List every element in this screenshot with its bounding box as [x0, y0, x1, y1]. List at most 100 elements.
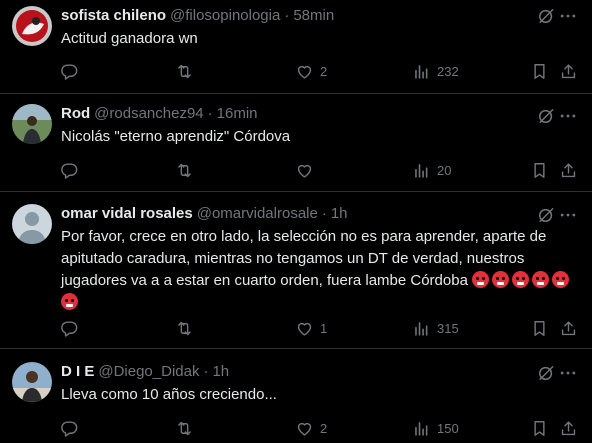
grok-icon[interactable] [536, 205, 556, 225]
like-button[interactable]: 2 [295, 417, 327, 439]
like-button[interactable]: 2 [295, 60, 327, 82]
like-icon [295, 419, 314, 438]
reply-text: Actitud ganadora wn [61, 30, 198, 47]
reply-icon [60, 62, 79, 81]
retweet-icon [175, 62, 194, 81]
user-handle[interactable]: @rodsanchez94 [94, 104, 203, 124]
timestamp[interactable]: 16min [217, 104, 258, 124]
reply-item[interactable]: D I E @Diego_Didak · 1h Lleva como 10 añ… [0, 349, 592, 443]
views-icon [412, 161, 431, 180]
reply-header: Rod @rodsanchez94 · 16min [61, 104, 258, 124]
bookmark-button[interactable] [530, 417, 549, 439]
more-icon[interactable] [558, 363, 578, 383]
reply-header: sofista chileno @filosopinologia · 58min [61, 6, 334, 26]
reply-header: D I E @Diego_Didak · 1h [61, 362, 229, 382]
like-count: 2 [320, 420, 328, 436]
bookmark-button[interactable] [530, 60, 549, 82]
views-button[interactable]: 20 [412, 159, 451, 181]
share-button[interactable] [559, 417, 578, 439]
display-name[interactable]: sofista chileno [61, 6, 166, 26]
user-handle[interactable]: @omarvidalrosale [197, 204, 318, 224]
display-name[interactable]: D I E [61, 362, 94, 382]
angry-face-emoji [552, 271, 570, 288]
views-button[interactable]: 150 [412, 417, 459, 439]
timestamp[interactable]: 58min [293, 6, 334, 26]
reply-icon [60, 419, 79, 438]
avatar[interactable] [12, 6, 52, 46]
view-count: 150 [437, 420, 459, 436]
retweet-icon [175, 419, 194, 438]
like-button[interactable] [295, 159, 320, 181]
retweet-button[interactable] [175, 159, 194, 181]
avatar[interactable] [12, 362, 52, 402]
reply-icon [60, 161, 79, 180]
display-name[interactable]: omar vidal rosales [61, 204, 193, 224]
avatar[interactable] [12, 104, 52, 144]
timestamp[interactable]: 1h [331, 204, 348, 224]
reply-button[interactable] [60, 417, 79, 439]
bookmark-button[interactable] [530, 159, 549, 181]
grok-icon[interactable] [536, 363, 556, 383]
display-name[interactable]: Rod [61, 104, 90, 124]
bookmark-icon [530, 62, 549, 81]
like-icon [295, 161, 314, 180]
angry-face-emoji [512, 271, 530, 288]
separator-dot: · [284, 7, 290, 24]
views-icon [412, 419, 431, 438]
action-bar: 2 232 [58, 60, 592, 82]
reply-text: Nicolás "eterno aprendiz" Córdova [61, 128, 291, 145]
action-bar: 20 [58, 159, 592, 181]
retweet-icon [175, 161, 194, 180]
separator-dot: · [203, 363, 209, 380]
bookmark-icon [530, 319, 549, 338]
view-count: 232 [437, 63, 459, 79]
reply-text: Lleva como 10 años creciendo... [61, 386, 277, 403]
user-handle[interactable]: @filosopinologia [170, 6, 280, 26]
separator-dot: · [207, 105, 213, 122]
grok-icon[interactable] [536, 6, 556, 26]
share-button[interactable] [559, 317, 578, 339]
angry-face-emoji [61, 293, 78, 310]
reply-item[interactable]: sofista chileno @filosopinologia · 58min… [0, 0, 592, 94]
angry-face-emoji [492, 271, 510, 288]
share-icon [559, 419, 578, 438]
retweet-icon [175, 319, 194, 338]
timestamp[interactable]: 1h [212, 362, 229, 382]
reply-text: Por favor, crece en otro lado, la selecc… [61, 226, 581, 314]
like-icon [295, 319, 314, 338]
reply-item[interactable]: omar vidal rosales @omarvidalrosale · 1h… [0, 192, 592, 349]
bookmark-icon [530, 419, 549, 438]
avatar[interactable] [12, 204, 52, 244]
views-button[interactable]: 315 [412, 317, 459, 339]
action-bar: 1 315 [58, 317, 592, 339]
more-icon[interactable] [558, 6, 578, 26]
views-icon [412, 62, 431, 81]
like-button[interactable]: 1 [295, 317, 327, 339]
share-button[interactable] [559, 60, 578, 82]
views-button[interactable]: 232 [412, 60, 459, 82]
views-icon [412, 319, 431, 338]
angry-face-emoji [472, 271, 490, 288]
share-icon [559, 161, 578, 180]
share-icon [559, 62, 578, 81]
view-count: 20 [437, 162, 452, 178]
reply-button[interactable] [60, 159, 79, 181]
separator-dot: · [321, 205, 327, 222]
reply-button[interactable] [60, 317, 79, 339]
reply-header: omar vidal rosales @omarvidalrosale · 1h [61, 204, 348, 224]
like-count: 2 [320, 63, 328, 79]
more-icon[interactable] [558, 205, 578, 225]
more-icon[interactable] [558, 106, 578, 126]
retweet-button[interactable] [175, 317, 194, 339]
like-count: 1 [320, 320, 328, 336]
action-bar: 2 150 [58, 417, 592, 439]
share-button[interactable] [559, 159, 578, 181]
retweet-button[interactable] [175, 60, 194, 82]
reply-button[interactable] [60, 60, 79, 82]
reply-item[interactable]: Rod @rodsanchez94 · 16min Nicolás "etern… [0, 94, 592, 192]
share-icon [559, 319, 578, 338]
grok-icon[interactable] [536, 106, 556, 126]
retweet-button[interactable] [175, 417, 194, 439]
user-handle[interactable]: @Diego_Didak [98, 362, 199, 382]
bookmark-button[interactable] [530, 317, 549, 339]
